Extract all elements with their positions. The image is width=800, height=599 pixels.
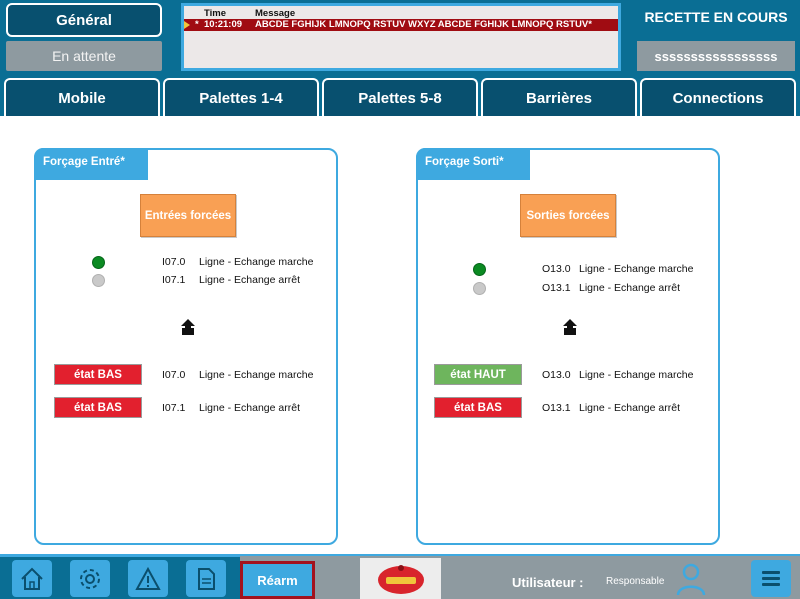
- user-label: Utilisateur :: [512, 575, 584, 590]
- io-address: O13.1: [542, 282, 571, 294]
- io-address: I07.1: [162, 402, 186, 414]
- menu-button[interactable]: [751, 560, 791, 597]
- alarm-time: 10:21:09: [204, 19, 243, 30]
- io-label: Ligne - Echange marche: [199, 256, 314, 268]
- io-address: O13.1: [542, 402, 571, 414]
- io-label: Ligne - Echange arrêt: [199, 274, 300, 286]
- document-button[interactable]: [186, 560, 226, 597]
- tab-palettes-5-8[interactable]: Palettes 5-8: [322, 78, 478, 116]
- menu-icon: [762, 570, 780, 586]
- settings-icon: [80, 568, 100, 589]
- force-low-button-o13-1[interactable]: état BAS: [434, 397, 522, 418]
- io-label: Ligne - Echange marche: [579, 263, 694, 275]
- io-address: I07.0: [162, 369, 186, 381]
- tab-palettes-1-4[interactable]: Palettes 1-4: [163, 78, 319, 116]
- alarm-warning-icon: [135, 566, 161, 590]
- alarm-flag-icon: [184, 21, 190, 29]
- user-icon[interactable]: [676, 562, 706, 596]
- home-icon: [21, 567, 43, 590]
- status-led-i07-1: [92, 274, 105, 287]
- alarm-col-message: Message: [255, 8, 296, 19]
- settings-button[interactable]: [70, 560, 110, 597]
- recette-status: RECETTE EN COURS: [644, 9, 788, 25]
- current-user-field: sssssssssssssssss: [637, 41, 795, 71]
- home-button[interactable]: [12, 560, 52, 597]
- status-led-o13-1: [473, 282, 486, 295]
- company-logo: [360, 558, 441, 599]
- panel-title-entree: Forçage Entré*: [34, 148, 148, 180]
- io-label: Ligne - Echange arrêt: [579, 402, 680, 414]
- alarm-marker: *: [195, 19, 199, 30]
- alarm-header: Time Message: [184, 6, 618, 20]
- mode-general-button[interactable]: Général: [6, 3, 162, 37]
- io-label: Ligne - Echange marche: [199, 369, 314, 381]
- status-waiting-button[interactable]: En attente: [6, 41, 162, 71]
- io-label: Ligne - Echange arrêt: [199, 402, 300, 414]
- alarm-col-time: Time: [204, 8, 227, 19]
- arrow-up-icon: [181, 319, 195, 335]
- forced-outputs-button[interactable]: Sorties forcées: [520, 194, 616, 237]
- panel-forcage-entree: Forçage Entré* Entrées forcées I07.0 Lig…: [34, 148, 338, 545]
- force-low-button-i07-0[interactable]: état BAS: [54, 364, 142, 385]
- tab-barrieres[interactable]: Barrières: [481, 78, 637, 116]
- tab-connections[interactable]: Connections: [640, 78, 796, 116]
- alarm-banner[interactable]: Time Message * 10:21:09 ABCDE FGHIJK LMN…: [181, 3, 621, 71]
- user-role: Responsable: [606, 576, 665, 587]
- panel-title-sortie: Forçage Sorti*: [416, 148, 530, 180]
- rearm-button[interactable]: Réarm: [240, 561, 315, 599]
- force-high-button-o13-0[interactable]: état HAUT: [434, 364, 522, 385]
- panel-forcage-sortie: Forçage Sorti* Sorties forcées O13.0 Lig…: [416, 148, 720, 545]
- arrow-up-icon: [563, 319, 577, 335]
- status-led-o13-0: [473, 263, 486, 276]
- io-label: Ligne - Echange arrêt: [579, 282, 680, 294]
- logo-image: [377, 564, 424, 594]
- alarm-message: ABCDE FGHIJK LMNOPQ RSTUV WXYZ ABCDE FGH…: [255, 19, 592, 30]
- io-address: O13.0: [542, 369, 571, 381]
- status-led-i07-0: [92, 256, 105, 269]
- document-icon: [198, 567, 215, 590]
- io-address: O13.0: [542, 263, 571, 275]
- io-address: I07.1: [162, 274, 186, 286]
- force-low-button-i07-1[interactable]: état BAS: [54, 397, 142, 418]
- io-address: I07.0: [162, 256, 186, 268]
- forced-inputs-button[interactable]: Entrées forcées: [140, 194, 236, 237]
- alarm-row[interactable]: * 10:21:09 ABCDE FGHIJK LMNOPQ RSTUV WXY…: [184, 19, 618, 31]
- io-label: Ligne - Echange marche: [579, 369, 694, 381]
- tab-mobile[interactable]: Mobile: [4, 78, 160, 116]
- alarms-button[interactable]: [128, 560, 168, 597]
